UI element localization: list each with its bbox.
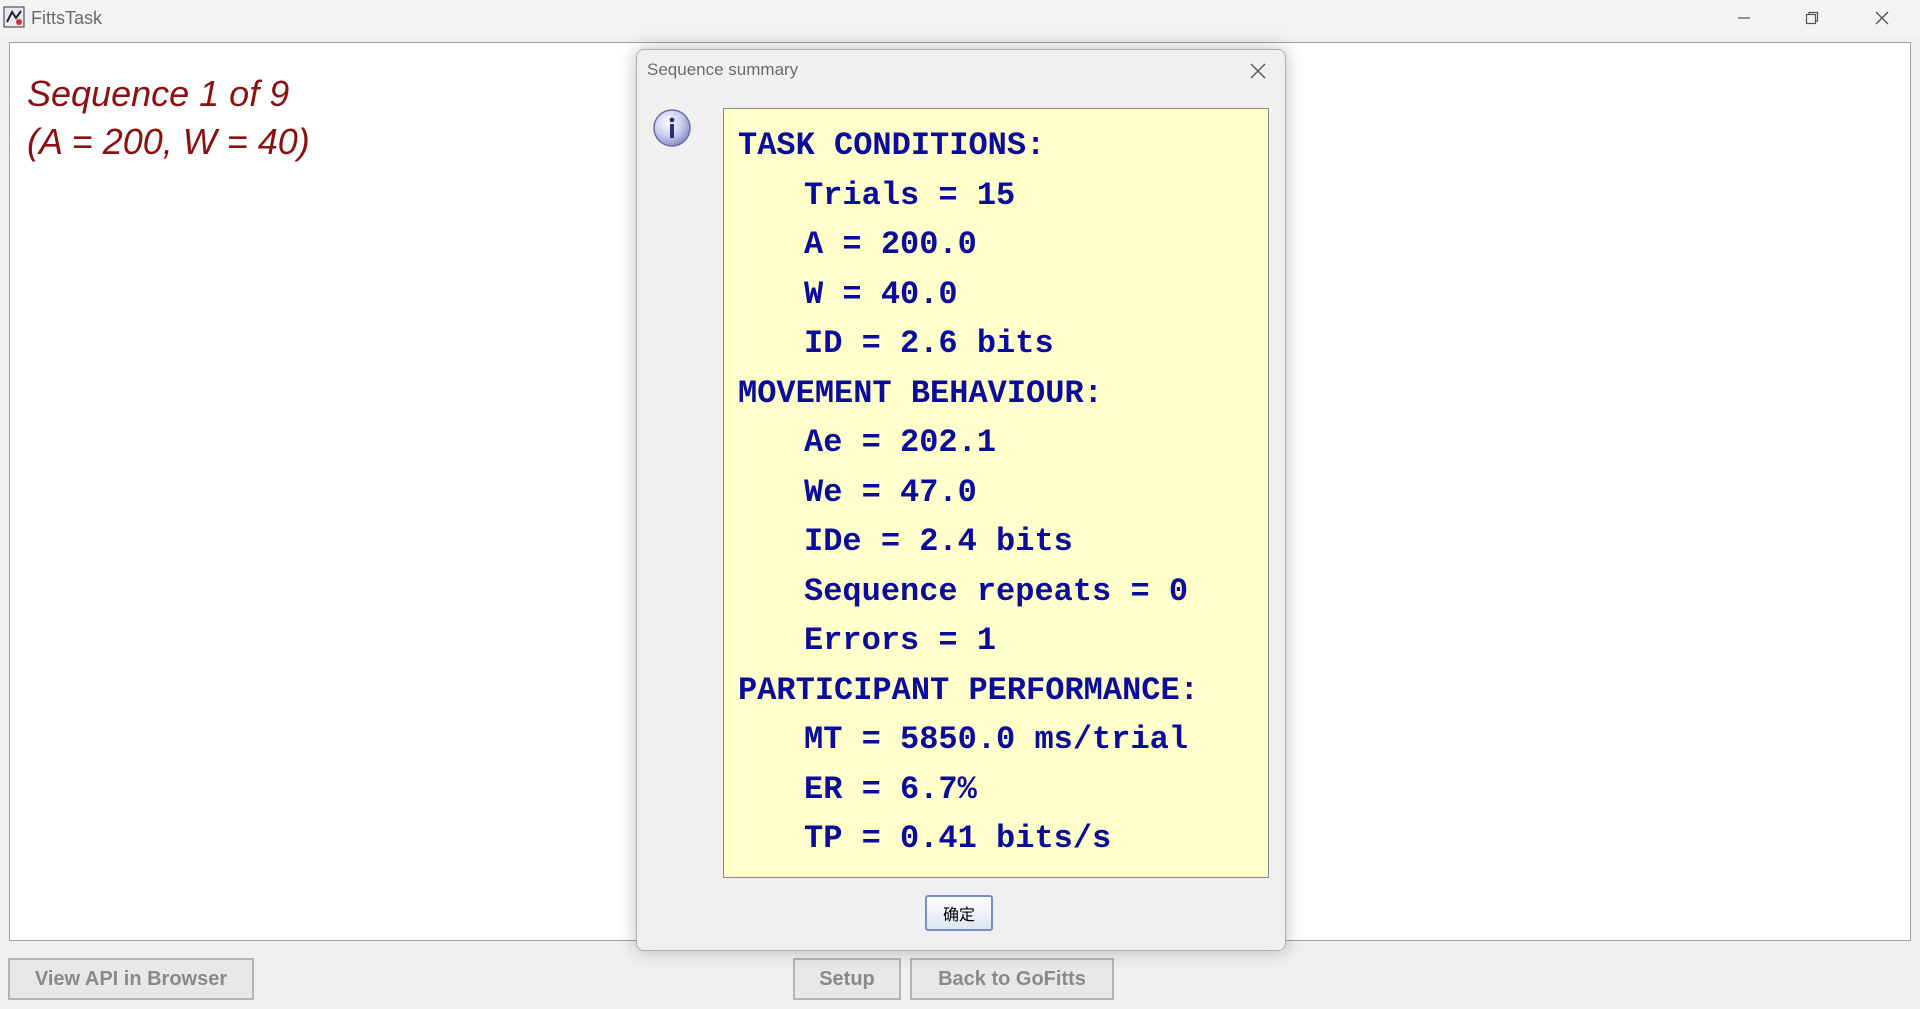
summary-line: We = 47.0 bbox=[804, 474, 977, 511]
window-title: FittsTask bbox=[31, 8, 103, 28]
minimize-button[interactable] bbox=[1712, 0, 1776, 36]
title-bar: FittsTask bbox=[0, 0, 1920, 36]
view-api-button[interactable]: View API in Browser bbox=[8, 958, 254, 1000]
summary-line: Errors = 1 bbox=[804, 622, 997, 659]
sequence-params-label: (A = 200, W = 40) bbox=[27, 121, 310, 162]
summary-line: PARTICIPANT PERFORMANCE: bbox=[738, 672, 1199, 709]
dialog-title: Sequence summary bbox=[647, 60, 799, 79]
summary-line: TASK CONDITIONS: bbox=[738, 127, 1046, 164]
summary-line: Trials = 15 bbox=[804, 177, 1016, 214]
summary-line: ID = 2.6 bits bbox=[804, 325, 1054, 362]
dialog-close-icon[interactable] bbox=[1247, 60, 1269, 82]
summary-line: MT = 5850.0 ms/trial bbox=[804, 721, 1189, 758]
close-button[interactable] bbox=[1850, 0, 1914, 36]
maximize-button[interactable] bbox=[1780, 0, 1844, 36]
java-app-icon bbox=[3, 6, 25, 28]
summary-line: TP = 0.41 bits/s bbox=[804, 820, 1112, 857]
summary-line: IDe = 2.4 bits bbox=[804, 523, 1073, 560]
summary-line: MOVEMENT BEHAVIOUR: bbox=[738, 375, 1103, 412]
summary-line: Sequence repeats = 0 bbox=[804, 573, 1189, 610]
summary-text-area: TASK CONDITIONS: Trials = 15 A = 200.0 W… bbox=[723, 108, 1269, 878]
summary-line: A = 200.0 bbox=[804, 226, 977, 263]
minimize-icon bbox=[1738, 17, 1750, 19]
close-icon bbox=[1875, 11, 1889, 25]
ok-button[interactable]: 确定 bbox=[925, 895, 993, 931]
summary-line: Ae = 202.1 bbox=[804, 424, 997, 461]
maximize-icon bbox=[1805, 11, 1819, 25]
sequence-summary-dialog: Sequence summary TASK CONDITIONS: Trials… bbox=[636, 49, 1286, 951]
sequence-label: Sequence 1 of 9 bbox=[27, 73, 290, 114]
summary-line: ER = 6.7% bbox=[804, 771, 977, 808]
summary-line: W = 40.0 bbox=[804, 276, 958, 313]
back-to-gofitts-button[interactable]: Back to GoFitts bbox=[910, 958, 1114, 1000]
setup-button[interactable]: Setup bbox=[793, 958, 901, 1000]
info-icon bbox=[653, 109, 691, 147]
